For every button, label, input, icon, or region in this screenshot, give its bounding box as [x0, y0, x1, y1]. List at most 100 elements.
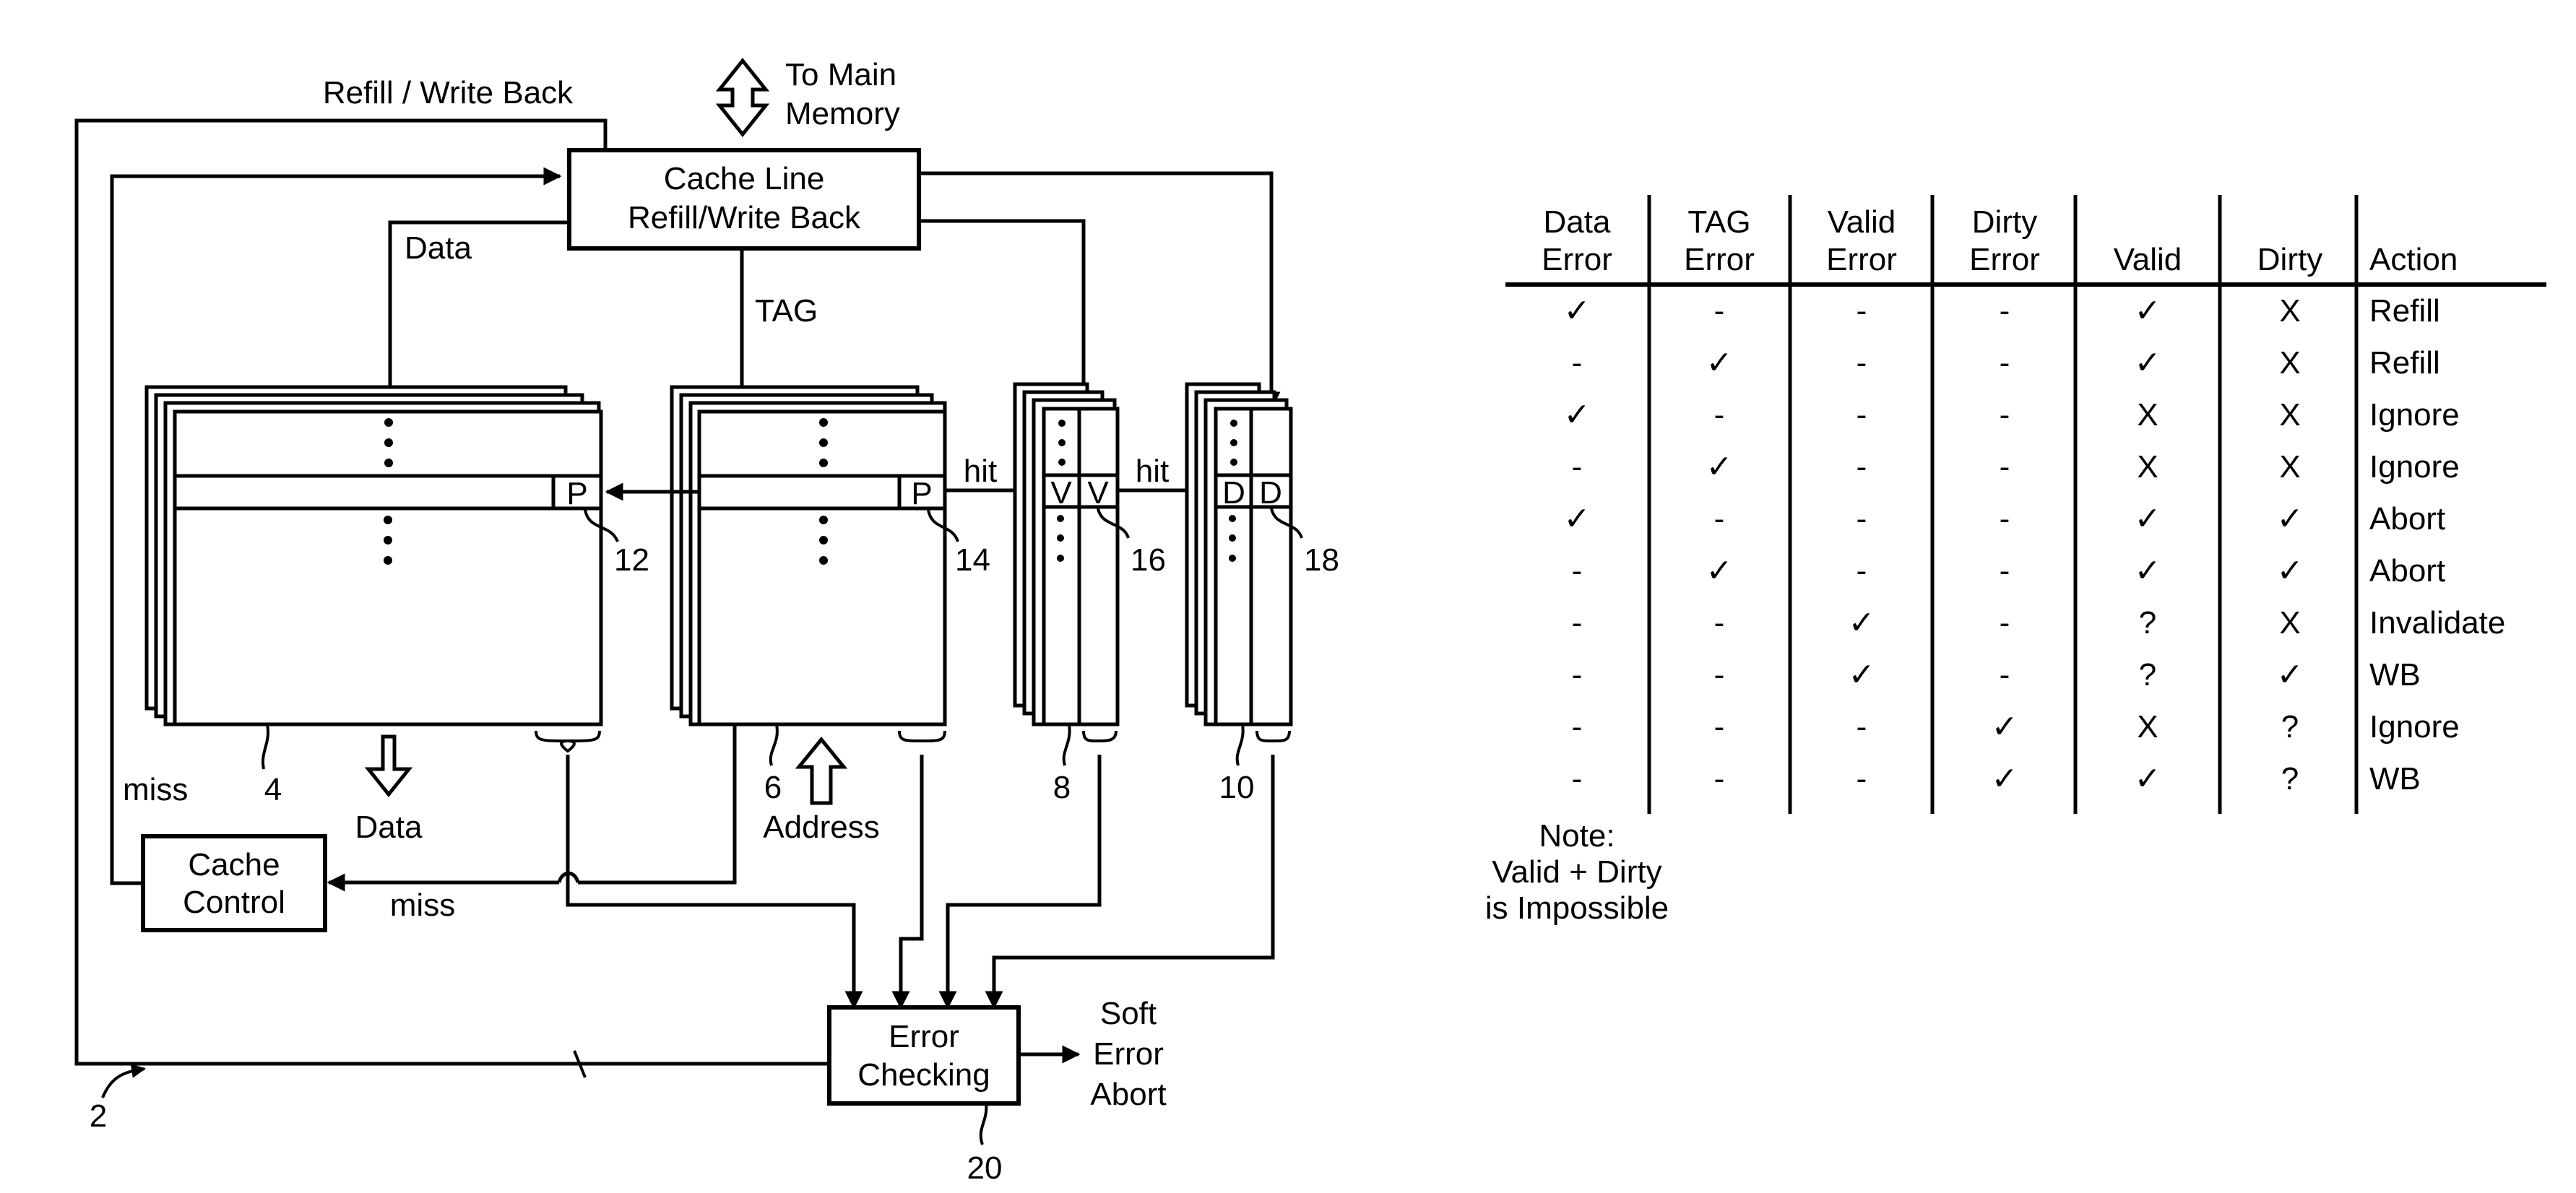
table-cell: -: [1572, 761, 1583, 797]
refill-write-back-label: Refill / Write Back: [323, 75, 574, 110]
ref-8: 8: [1053, 770, 1071, 805]
table-cell: -: [1714, 293, 1725, 329]
tag-ram-stack: P 14 6: [670, 385, 990, 805]
table-cell: -: [1714, 605, 1725, 641]
table-cell-action: Refill: [2369, 345, 2440, 381]
table-cell: ?: [2281, 761, 2299, 797]
table-row: - ✓ - - ✓ X Refill: [1572, 345, 2440, 381]
table-cell: -: [1572, 345, 1583, 381]
address-label: Address: [763, 810, 879, 845]
data-ram-stack: P 12 4: [144, 385, 649, 807]
table-cell: -: [1857, 761, 1867, 797]
table-row: - - ✓ -? X Invalidate: [1572, 605, 2506, 641]
table-cell-action: Abort: [2369, 553, 2445, 589]
table-cell: X: [2137, 449, 2158, 485]
to-main-memory-label-1: To Main: [785, 57, 896, 92]
tag-miss-line: [578, 724, 737, 885]
table-cell: -: [2000, 657, 2010, 693]
table-row: ✓ - - - ✓ X Refill: [1564, 293, 2440, 329]
refill-box-title-2: Refill/Write Back: [628, 200, 861, 235]
table-row: - - - ✓ X? Ignore: [1572, 709, 2460, 745]
data-parity-cell: P: [566, 476, 587, 511]
cache-control-block: Cache Control: [141, 834, 327, 932]
soft-error-label-2: Error: [1093, 1036, 1164, 1072]
table-header: Valid: [2114, 242, 2182, 277]
table-cell: -: [1714, 397, 1725, 433]
address-in-arrow-icon: [795, 737, 848, 805]
table-cell: X: [2279, 293, 2300, 329]
table-header: Error: [1969, 242, 2040, 277]
table-cell: -: [2000, 501, 2010, 537]
miss-bottom-label: miss: [390, 888, 455, 923]
hit-label-2: hit: [1136, 454, 1169, 489]
refill-box-title-1: Cache Line: [664, 161, 825, 196]
table-cell: ✓: [1564, 397, 1591, 433]
table-cell-action: Ignore: [2369, 449, 2460, 485]
table-cell: -: [2000, 553, 2010, 589]
table-cell: X: [2137, 709, 2158, 745]
table-cell: -: [1572, 605, 1583, 641]
table-row: ✓ - - - ✓ ✓ Abort: [1564, 501, 2446, 537]
table-header-line1: Dirty: [1972, 204, 2037, 240]
data-out-arrow-icon: [364, 734, 413, 798]
table-cell: ✓: [2277, 553, 2304, 589]
table-row: - - ✓ -? ✓ WB: [1572, 657, 2421, 693]
table-cell: -: [1714, 501, 1725, 537]
table-cell: ✓: [1706, 553, 1733, 589]
table-header-line1: TAG: [1687, 204, 1750, 240]
table-cell: -: [1572, 709, 1583, 745]
table-header-line1: Data: [1544, 204, 1611, 240]
table-cell: ✓: [2277, 501, 2304, 537]
to-main-memory-label-2: Memory: [785, 96, 900, 131]
table-note: Valid + Dirty: [1492, 854, 1661, 890]
cache-control-title-1: Cache: [188, 847, 280, 882]
table-cell: -: [1714, 761, 1725, 797]
table-cell: X: [2279, 449, 2300, 485]
dirty-line: [919, 171, 1281, 410]
table-cell: X: [2279, 605, 2300, 641]
table-cell-action: WB: [2369, 657, 2421, 693]
table-cell: X: [2279, 397, 2300, 433]
table-cell: -: [1857, 397, 1867, 433]
valid-line: [919, 219, 1093, 410]
table-cell: ✓: [1706, 345, 1733, 381]
table-cell: ✓: [2135, 501, 2161, 537]
table-cell: ✓: [2135, 345, 2161, 381]
tag-parity-to-error-line: [891, 755, 924, 1010]
data-out-label: Data: [355, 810, 423, 845]
valid-parity-to-error-line: [938, 755, 1102, 1010]
ref-12: 12: [614, 542, 649, 578]
table-cell: -: [1857, 449, 1867, 485]
miss-left-label: miss: [123, 772, 188, 807]
table-header: Error: [1826, 242, 1897, 277]
table-cell: ✓: [2135, 293, 2161, 329]
table-cell: -: [1572, 449, 1583, 485]
table-cell: -: [1572, 553, 1583, 589]
table-cell: ✓: [2135, 761, 2161, 797]
table-cell-action: Refill: [2369, 293, 2440, 329]
table-cell: ?: [2139, 657, 2156, 693]
table-row: - - - ✓ ✓? WB: [1572, 761, 2421, 797]
table-cell: ✓: [1849, 605, 1875, 641]
table-header: Action: [2369, 242, 2458, 277]
tag-parity-cell: P: [911, 476, 932, 511]
tag-label: TAG: [755, 293, 818, 329]
table-cell: -: [1857, 345, 1867, 381]
table-cell: ?: [2281, 709, 2299, 745]
soft-error-label-1: Soft: [1100, 996, 1157, 1031]
dirty-cell-b: D: [1259, 475, 1282, 511]
table-cell: -: [2000, 293, 2010, 329]
table-row: - ✓ - - ✓ ✓ Abort: [1572, 553, 2446, 589]
valid-cell-a: V: [1050, 475, 1072, 511]
ref-16: 16: [1131, 542, 1166, 578]
table-header: Dirty: [2257, 242, 2322, 277]
error-action-table: DataErrorTAGErrorValidErrorDirtyError Val…: [1485, 195, 2546, 926]
soft-error-label-3: Abort: [1090, 1077, 1166, 1112]
table-header: Error: [1542, 242, 1612, 277]
double-arrow-icon: [715, 57, 770, 138]
table-cell: -: [2000, 605, 2010, 641]
error-checking-title-1: Error: [889, 1019, 959, 1054]
table-cell: ✓: [1992, 761, 2018, 797]
table-cell: -: [1857, 293, 1867, 329]
table-cell: ✓: [2277, 657, 2304, 693]
